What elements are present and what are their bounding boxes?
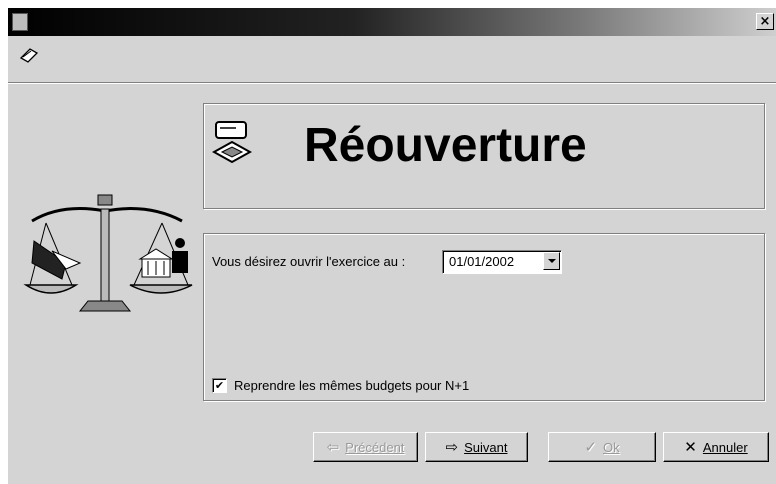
options-panel: Vous désirez ouvrir l'exercice au : 01/0… (203, 233, 765, 401)
title-bar: × (8, 8, 776, 36)
app-icon (12, 13, 28, 31)
budgets-checkbox-label[interactable]: Reprendre les mêmes budgets pour N+1 (234, 378, 469, 393)
previous-button[interactable]: ⇦ Précédent (313, 432, 418, 462)
chevron-down-icon[interactable] (543, 252, 560, 270)
previous-button-label: Précédent (345, 439, 405, 455)
ok-button[interactable]: ✓ Ok (548, 432, 656, 462)
cancel-button[interactable]: ✕ Annuler (663, 432, 769, 462)
close-button[interactable]: × (756, 13, 774, 30)
arrow-left-icon: ⇦ (326, 438, 340, 456)
next-button-label: Suivant (464, 439, 508, 455)
toolbar (8, 36, 776, 83)
title-panel: Réouverture (203, 103, 765, 209)
arrow-right-icon: ⇨ (445, 438, 459, 456)
check-icon: ✓ (584, 438, 597, 456)
exercise-date-label: Vous désirez ouvrir l'exercice au : (212, 254, 406, 269)
page-title: Réouverture (304, 119, 587, 172)
dialog-window: × Réouverture Vous désirez ouvrir l'exer… (8, 8, 776, 484)
edit-icon[interactable] (18, 46, 40, 64)
exercise-date-value: 01/01/2002 (449, 254, 515, 269)
budgets-checkbox[interactable]: ✔ (212, 378, 227, 393)
scales-of-justice-icon (23, 194, 193, 312)
next-button[interactable]: ⇨ Suivant (425, 432, 528, 462)
close-icon: ✕ (684, 438, 697, 456)
cash-register-icon (212, 121, 252, 164)
ok-button-label: Ok (602, 439, 620, 455)
cancel-button-label: Annuler (702, 439, 748, 455)
exercise-date-select[interactable]: 01/01/2002 (442, 250, 562, 274)
